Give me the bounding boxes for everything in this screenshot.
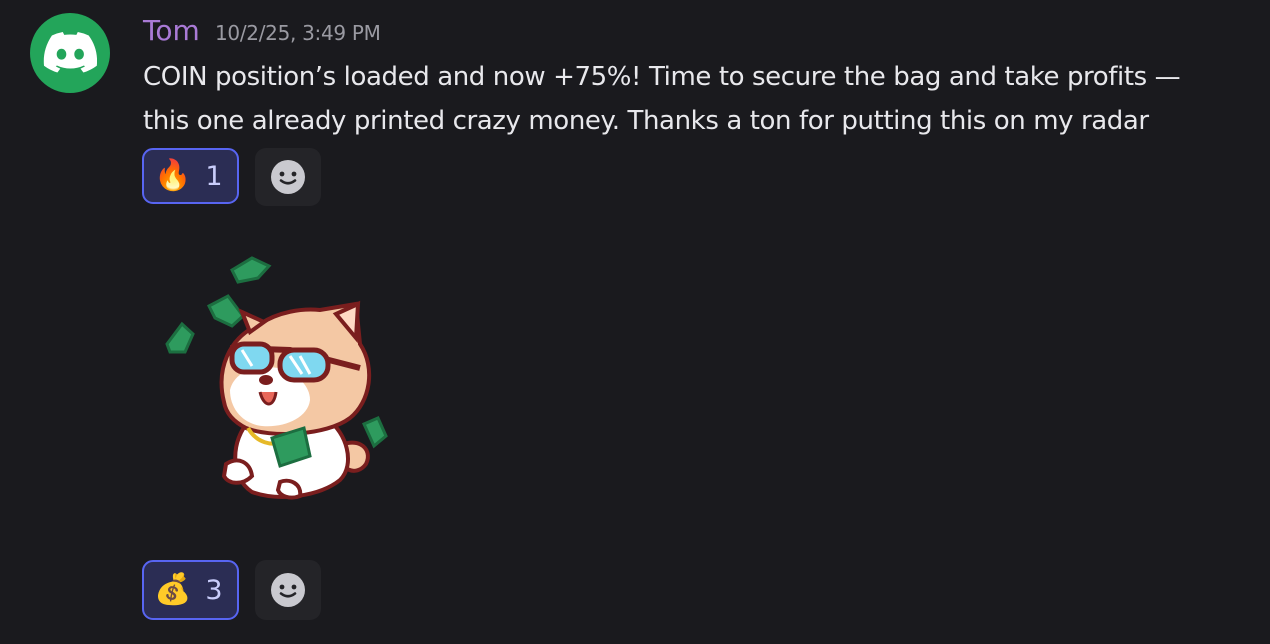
add-reaction-button[interactable] [255, 560, 321, 620]
add-reaction-button[interactable] [255, 148, 321, 206]
chat-view: Tom 10/2/25, 3:49 PM COIN position’s loa… [0, 0, 1270, 644]
smiley-icon [271, 160, 305, 194]
reaction-fire[interactable]: 🔥 1 [142, 148, 239, 204]
money-bag-icon: 💰 [154, 572, 192, 607]
avatar[interactable] [30, 13, 110, 93]
reaction-count: 3 [205, 574, 223, 606]
reaction-money-bag[interactable]: 💰 3 [142, 560, 239, 620]
fire-icon: 🔥 [154, 158, 192, 193]
timestamp: 10/2/25, 3:49 PM [215, 21, 381, 45]
username[interactable]: Tom [143, 13, 200, 49]
message-line: this one already printed crazy money. Th… [143, 106, 1149, 136]
reaction-count: 1 [205, 160, 223, 192]
message-line: COIN position’s loaded and now +75%! Tim… [143, 62, 1181, 92]
discord-logo-icon [43, 32, 97, 73]
smiley-icon [271, 573, 305, 607]
message-text: COIN position’s loaded and now +75%! Tim… [143, 55, 1253, 143]
shiba-money-sticker [165, 256, 388, 500]
